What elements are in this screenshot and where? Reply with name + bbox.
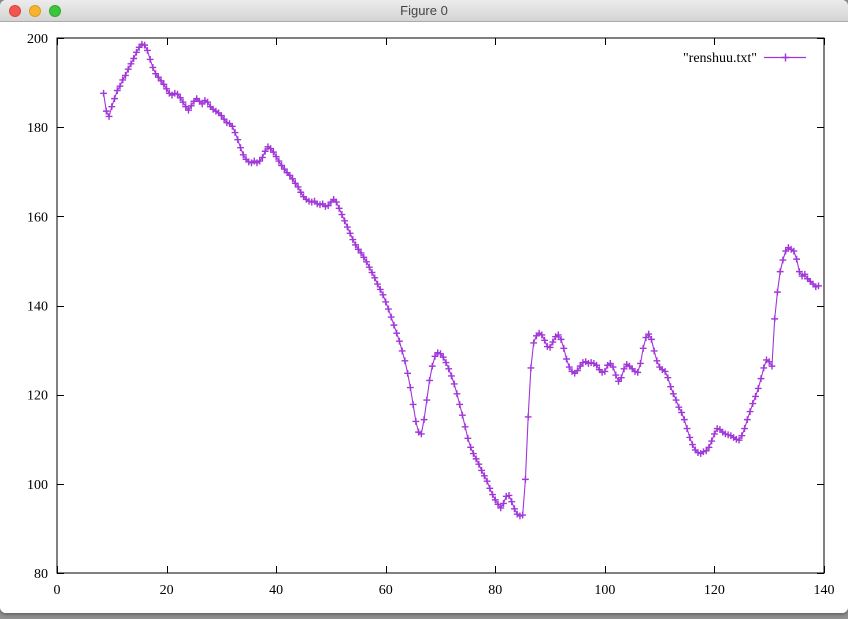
y-tick-label: 120	[27, 389, 48, 404]
legend-label: "renshuu.txt"	[683, 51, 757, 66]
close-button[interactable]	[9, 5, 21, 17]
x-tick-label: 80	[488, 583, 502, 598]
x-tick-label: 120	[704, 583, 725, 598]
zoom-button[interactable]	[49, 5, 61, 17]
axis-ticks	[57, 38, 825, 574]
y-tick-label: 100	[27, 478, 48, 493]
y-tick-label: 80	[34, 567, 48, 582]
title-bar[interactable]: Figure 0	[0, 0, 848, 22]
x-tick-label: 0	[54, 583, 61, 598]
x-tick-label: 40	[269, 583, 283, 598]
legend-marker-sample	[782, 54, 790, 62]
data-series-line	[104, 44, 819, 516]
plot-border	[57, 38, 824, 573]
y-tick-label: 180	[27, 121, 48, 136]
y-tick-label: 160	[27, 210, 48, 225]
y-tick-label: 140	[27, 300, 48, 315]
gnuplot-figure-window: Figure 0 0 20 40 60 80 100 120 140 80 100 120 140 16…	[0, 0, 848, 613]
plot-area: 0 20 40 60 80 100 120 140 80 100 120 140 160 180 200 "r…	[0, 22, 848, 613]
window-controls	[9, 5, 61, 17]
window-title: Figure 0	[0, 0, 848, 21]
x-tick-label: 60	[379, 583, 393, 598]
x-tick-label: 100	[594, 583, 615, 598]
minimize-button[interactable]	[29, 5, 41, 17]
x-tick-label: 140	[814, 583, 835, 598]
desktop-background: { "window": { "title": "Figure 0", "cont…	[0, 0, 848, 619]
y-tick-label: 200	[27, 32, 48, 47]
chart-canvas: 0 20 40 60 80 100 120 140 80 100 120 140 160 180 200 "r…	[0, 22, 848, 613]
data-series-markers	[100, 41, 822, 519]
x-tick-label: 20	[160, 583, 174, 598]
